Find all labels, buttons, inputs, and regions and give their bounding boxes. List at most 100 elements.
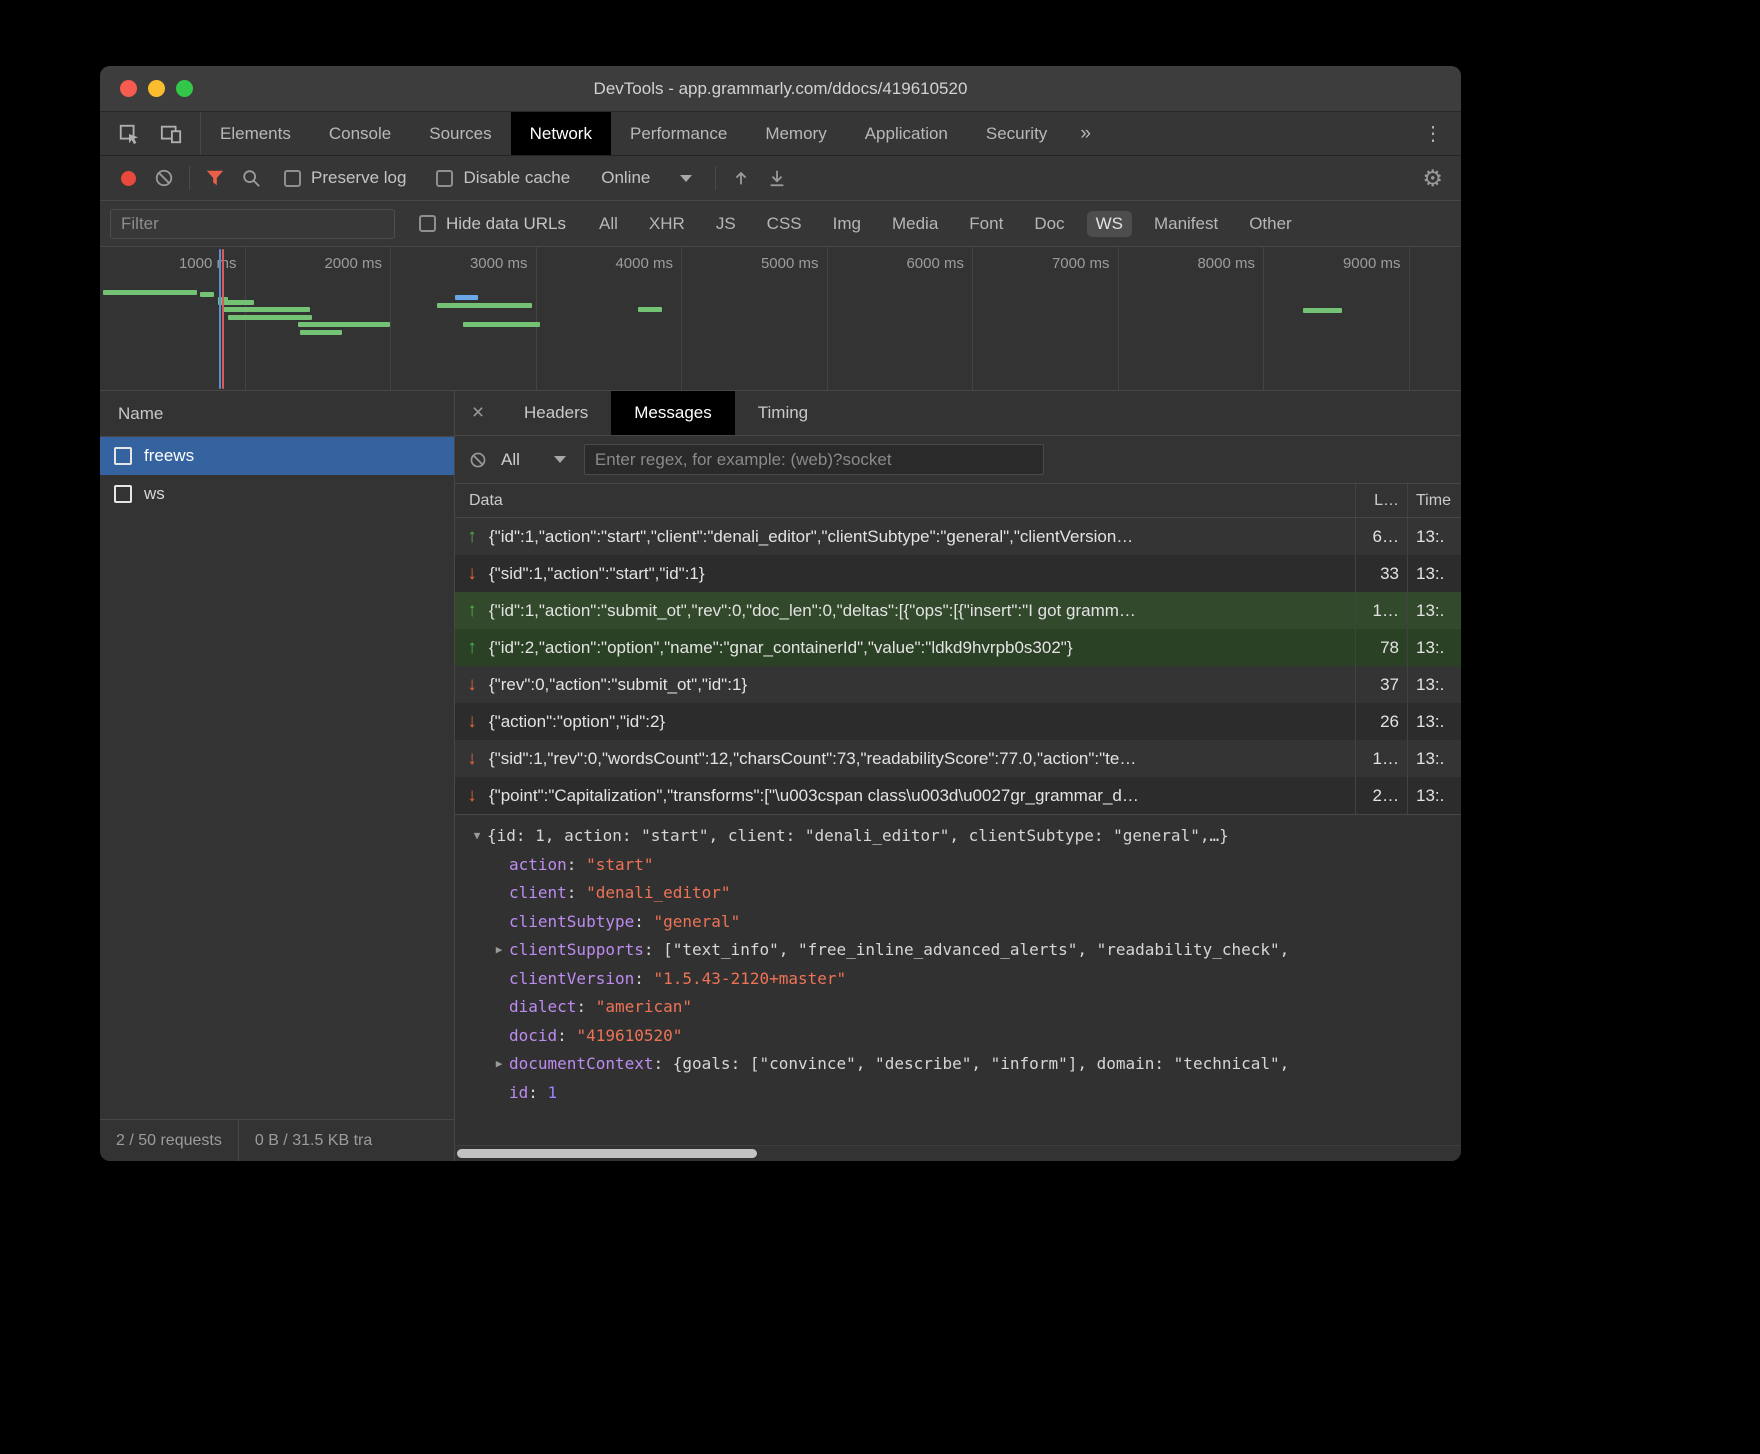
tab-messages[interactable]: Messages [611, 391, 734, 435]
column-header-data[interactable]: Data [455, 484, 1355, 517]
json-key: dialect [509, 993, 576, 1022]
filter-chip-media[interactable]: Media [883, 211, 947, 237]
tab-timing[interactable]: Timing [735, 391, 831, 435]
network-content: Name freews ws 2 / 50 requests 0 B / 31.… [100, 391, 1461, 1161]
message-row[interactable]: ↑ {"id":2,"action":"option","name":"gnar… [455, 629, 1461, 666]
json-entry: clientVersion: "1.5.43-2120+master" [455, 965, 1461, 994]
message-row[interactable]: ↓ {"sid":1,"action":"start","id":1} 33 1… [455, 555, 1461, 592]
chevron-down-icon [554, 456, 566, 463]
request-detail-panel: × Headers Messages Timing All Data L… Ti… [455, 391, 1461, 1161]
tab-memory[interactable]: Memory [746, 112, 845, 155]
filter-chip-js[interactable]: JS [707, 211, 745, 237]
scrollbar-thumb[interactable] [457, 1149, 757, 1158]
filter-chip-other[interactable]: Other [1240, 211, 1301, 237]
kebab-menu-icon[interactable]: ⋮ [1405, 112, 1461, 155]
received-arrow-icon: ↓ [455, 777, 489, 814]
clear-messages-icon[interactable] [469, 451, 487, 469]
search-icon[interactable] [233, 160, 269, 196]
message-type-value: All [501, 450, 520, 470]
requests-count: 2 / 50 requests [100, 1120, 239, 1161]
request-row-freews[interactable]: freews [100, 437, 454, 475]
tab-sources[interactable]: Sources [410, 112, 510, 155]
expander-slot [489, 908, 509, 937]
clear-network-log-button[interactable] [146, 160, 182, 196]
record-icon [121, 171, 136, 186]
message-time: 13:. [1407, 703, 1461, 740]
json-value: {goals: ["convince", "describe", "inform… [673, 1050, 1290, 1079]
request-name: ws [144, 484, 165, 504]
message-data: {"sid":1,"rev":0,"wordsCount":12,"charsC… [489, 740, 1355, 777]
close-detail-icon[interactable]: × [455, 391, 501, 435]
message-length: 78 [1355, 629, 1407, 666]
tab-performance[interactable]: Performance [611, 112, 746, 155]
import-har-icon[interactable] [723, 160, 759, 196]
json-key: id [509, 1079, 528, 1108]
expander-slot [489, 879, 509, 908]
zoom-window-button[interactable] [176, 80, 193, 97]
collapse-icon[interactable]: ▼ [467, 822, 487, 851]
hide-data-urls-checkbox[interactable] [419, 215, 436, 232]
filter-chip-all[interactable]: All [590, 211, 627, 237]
column-header-length[interactable]: L… [1355, 484, 1407, 517]
message-length: 26 [1355, 703, 1407, 740]
message-time: 13:. [1407, 666, 1461, 703]
record-network-log-button[interactable] [110, 160, 146, 196]
tab-console[interactable]: Console [310, 112, 410, 155]
minimize-window-button[interactable] [148, 80, 165, 97]
filter-chip-ws[interactable]: WS [1087, 211, 1132, 237]
json-root-preview: {id: 1, action: "start", client: "denali… [487, 822, 1229, 851]
disable-cache-group: Disable cache [436, 168, 570, 188]
message-json-preview: ▼ {id: 1, action: "start", client: "dena… [455, 814, 1461, 1145]
settings-gear-icon[interactable]: ⚙ [1422, 165, 1451, 192]
tab-application[interactable]: Application [846, 112, 967, 155]
filter-chip-manifest[interactable]: Manifest [1145, 211, 1227, 237]
json-value: "denali_editor" [586, 879, 731, 908]
titlebar[interactable]: DevTools - app.grammarly.com/ddocs/41961… [100, 66, 1461, 112]
filter-chip-img[interactable]: Img [824, 211, 870, 237]
message-row[interactable]: ↑ {"id":1,"action":"submit_ot","rev":0,"… [455, 592, 1461, 629]
network-overview-timeline[interactable]: 1000 ms 2000 ms 3000 ms 4000 ms 5000 ms … [100, 247, 1461, 391]
regex-filter-input[interactable] [584, 444, 1044, 475]
resource-type-chips: All XHR JS CSS Img Media Font Doc WS Man… [590, 211, 1301, 237]
window-title: DevTools - app.grammarly.com/ddocs/41961… [100, 79, 1461, 99]
tab-headers[interactable]: Headers [501, 391, 611, 435]
tab-elements[interactable]: Elements [201, 112, 310, 155]
json-key: clientVersion [509, 965, 634, 994]
column-header-time[interactable]: Time [1407, 484, 1461, 517]
filter-chip-xhr[interactable]: XHR [640, 211, 694, 237]
request-row-ws[interactable]: ws [100, 475, 454, 513]
message-data: {"point":"Capitalization","transforms":[… [489, 777, 1355, 814]
horizontal-scrollbar[interactable] [455, 1145, 1461, 1161]
close-window-button[interactable] [120, 80, 137, 97]
message-row[interactable]: ↓ {"point":"Capitalization","transforms"… [455, 777, 1461, 814]
inspect-element-icon[interactable] [108, 112, 150, 155]
message-row[interactable]: ↓ {"action":"option","id":2} 26 13:. [455, 703, 1461, 740]
message-type-dropdown[interactable]: All [501, 450, 566, 470]
more-tabs-button[interactable]: » [1066, 112, 1105, 155]
message-time: 13:. [1407, 592, 1461, 629]
messages-filter-bar: All [455, 436, 1461, 484]
message-row[interactable]: ↑ {"id":1,"action":"start","client":"den… [455, 518, 1461, 555]
message-length: 1… [1355, 740, 1407, 777]
tab-network[interactable]: Network [511, 112, 611, 155]
filter-chip-font[interactable]: Font [960, 211, 1012, 237]
transferred-size: 0 B / 31.5 KB tra [239, 1120, 388, 1161]
panel-toggle-icons [100, 112, 201, 155]
export-har-icon[interactable] [759, 160, 795, 196]
sent-arrow-icon: ↑ [455, 629, 489, 666]
disable-cache-checkbox[interactable] [436, 170, 453, 187]
device-toolbar-icon[interactable] [150, 112, 192, 155]
requests-name-header[interactable]: Name [100, 391, 454, 437]
expand-icon[interactable]: ▶ [489, 936, 509, 965]
filter-chip-doc[interactable]: Doc [1025, 211, 1073, 237]
message-row[interactable]: ↓ {"sid":1,"rev":0,"wordsCount":12,"char… [455, 740, 1461, 777]
filter-input[interactable] [110, 209, 395, 239]
message-row[interactable]: ↓ {"rev":0,"action":"submit_ot","id":1} … [455, 666, 1461, 703]
expand-icon[interactable]: ▶ [489, 1050, 509, 1079]
filter-toggle-icon[interactable] [197, 160, 233, 196]
preserve-log-checkbox[interactable] [284, 170, 301, 187]
message-data: {"id":1,"action":"start","client":"denal… [489, 518, 1355, 555]
filter-chip-css[interactable]: CSS [758, 211, 811, 237]
tab-security[interactable]: Security [967, 112, 1066, 155]
throttling-dropdown[interactable]: Online [601, 168, 692, 188]
